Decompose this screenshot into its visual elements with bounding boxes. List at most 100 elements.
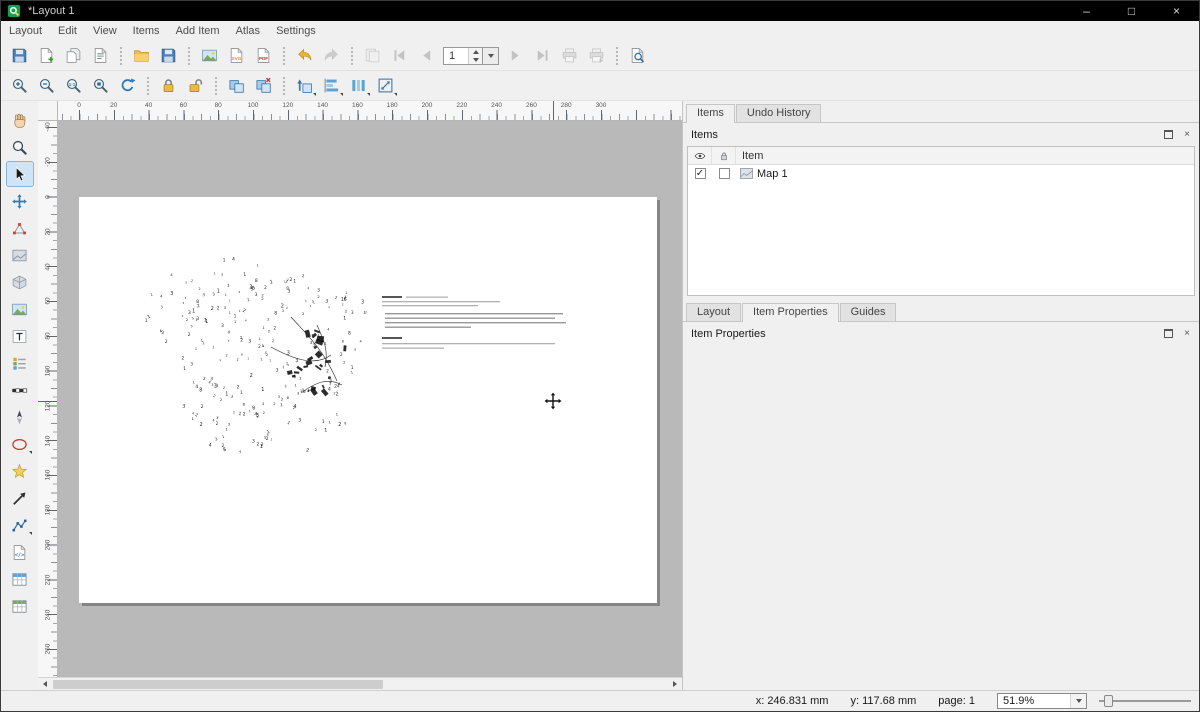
tab-items[interactable]: Items — [686, 104, 735, 123]
menu-settings[interactable]: Settings — [268, 22, 324, 40]
export-as-pdf-button[interactable]: PDF — [251, 44, 276, 68]
add-legend-button[interactable] — [7, 351, 33, 375]
close-button[interactable]: × — [1154, 1, 1199, 21]
add-3d-map-button[interactable] — [7, 270, 33, 294]
map-item[interactable]: 2343232141322431322421113481823111233312… — [79, 197, 657, 603]
scroll-right-button[interactable] — [668, 678, 682, 690]
new-layout-button[interactable] — [34, 44, 59, 68]
add-marker-button[interactable] — [7, 459, 33, 483]
select-move-item-tool[interactable] — [7, 162, 33, 186]
add-shape-button[interactable] — [7, 432, 33, 456]
add-label-button[interactable] — [7, 324, 33, 348]
map1-lock-checkbox[interactable] — [719, 168, 730, 179]
svg-text:1: 1 — [310, 304, 312, 308]
save-as-template-button[interactable] — [156, 44, 181, 68]
edit-nodes-item-tool[interactable] — [7, 216, 33, 240]
first-feature-button[interactable] — [387, 44, 412, 68]
add-attribute-table-button[interactable] — [7, 567, 33, 591]
move-item-content-tool[interactable] — [7, 189, 33, 213]
svg-text:1: 1 — [263, 326, 265, 330]
lock-selected-items-button[interactable] — [156, 74, 181, 98]
add-picture-button[interactable] — [7, 297, 33, 321]
zoom-slider-handle[interactable] — [1104, 695, 1113, 707]
add-node-item-button[interactable] — [7, 513, 33, 537]
map1-visibility-checkbox[interactable] — [695, 168, 706, 179]
close-items-panel-button[interactable]: × — [1181, 129, 1193, 141]
v-ruler-label: 140 — [44, 435, 51, 446]
items-tree-header: Item — [688, 147, 1194, 165]
print-atlas-button[interactable] — [557, 44, 582, 68]
duplicate-layout-button[interactable] — [61, 44, 86, 68]
menu-atlas[interactable]: Atlas — [228, 22, 268, 40]
save-project-button[interactable] — [7, 44, 32, 68]
minimize-button[interactable]: – — [1064, 1, 1109, 21]
add-html-button[interactable]: </> — [7, 540, 33, 564]
zoom-out-button[interactable] — [34, 74, 59, 98]
add-scalebar-button[interactable] — [7, 378, 33, 402]
zoom-slider[interactable] — [1099, 693, 1191, 709]
undock-items-panel-button[interactable] — [1162, 129, 1174, 141]
v-ruler-label: 0 — [44, 195, 51, 199]
atlas-feature-spinner[interactable]: 1 — [443, 47, 499, 65]
add-fixed-table-button[interactable] — [7, 594, 33, 618]
distribute-selected-items-button[interactable] — [346, 74, 371, 98]
add-arrow-button[interactable] — [7, 486, 33, 510]
lock-column-header[interactable] — [712, 147, 736, 164]
refresh-view-button[interactable] — [115, 74, 140, 98]
align-selected-items-button[interactable] — [319, 74, 344, 98]
menu-layout[interactable]: Layout — [1, 22, 50, 40]
zoom-full-button[interactable] — [88, 74, 113, 98]
tab-guides[interactable]: Guides — [840, 303, 897, 321]
menu-add-item[interactable]: Add Item — [168, 22, 228, 40]
zoom-in-button[interactable] — [7, 74, 32, 98]
tab-undo-history[interactable]: Undo History — [736, 104, 822, 122]
tab-item-properties[interactable]: Item Properties — [742, 303, 839, 322]
svg-text:1: 1 — [150, 292, 154, 298]
zoom-layout-tool[interactable] — [7, 135, 33, 159]
next-feature-button[interactable] — [503, 44, 528, 68]
undock-properties-panel-button[interactable] — [1162, 328, 1174, 340]
canvas-horizontal-scrollbar[interactable] — [38, 677, 682, 690]
export-as-image-button[interactable] — [197, 44, 222, 68]
last-feature-button[interactable] — [530, 44, 555, 68]
close-properties-panel-button[interactable]: × — [1181, 328, 1193, 340]
unlock-all-items-button[interactable] — [183, 74, 208, 98]
maximize-button[interactable]: □ — [1109, 1, 1154, 21]
layout-manager-button[interactable] — [88, 44, 113, 68]
scrollbar-thumb[interactable] — [53, 680, 383, 689]
redo-button[interactable] — [319, 44, 344, 68]
previous-feature-button[interactable] — [414, 44, 439, 68]
toolbar-separator — [118, 47, 124, 65]
menu-edit[interactable]: Edit — [50, 22, 85, 40]
undock-icon — [1164, 130, 1173, 139]
group-items-button[interactable] — [224, 74, 249, 98]
undo-button[interactable] — [292, 44, 317, 68]
combobox-dropdown-icon[interactable] — [1070, 694, 1086, 708]
export-as-svg-button[interactable]: SVG — [224, 44, 249, 68]
atlas-settings-button[interactable] — [625, 44, 650, 68]
export-atlas-button[interactable] — [584, 44, 609, 68]
items-row-map1[interactable]: Map 1 — [688, 165, 1194, 182]
ungroup-items-button[interactable] — [251, 74, 276, 98]
atlas-feature-dropdown-button[interactable] — [483, 47, 499, 65]
add-map-button[interactable] — [7, 243, 33, 267]
scroll-left-button[interactable] — [38, 678, 52, 690]
menu-items[interactable]: Items — [125, 22, 168, 40]
svg-text:4: 4 — [170, 272, 173, 277]
add-items-from-template-button[interactable] — [129, 44, 154, 68]
tab-layout[interactable]: Layout — [686, 303, 741, 321]
svg-text:1: 1 — [280, 402, 283, 407]
spinner-arrows[interactable] — [468, 48, 482, 64]
layout-canvas[interactable]: 2343232141322431322421113481823111233312… — [58, 121, 682, 677]
resize-selected-items-button[interactable] — [373, 74, 398, 98]
svg-text:1: 1 — [333, 391, 335, 395]
pan-layout-tool[interactable] — [7, 108, 33, 132]
add-north-arrow-button[interactable] — [7, 405, 33, 429]
zoom-level-combobox[interactable]: 51.9% — [997, 693, 1087, 709]
item-column-header[interactable]: Item — [736, 147, 1194, 164]
zoom-actual-button[interactable]: 1:1 — [61, 74, 86, 98]
raise-selected-items-button[interactable] — [292, 74, 317, 98]
preview-atlas-button[interactable] — [360, 44, 385, 68]
menu-view[interactable]: View — [85, 22, 125, 40]
visibility-column-header[interactable] — [688, 147, 712, 164]
